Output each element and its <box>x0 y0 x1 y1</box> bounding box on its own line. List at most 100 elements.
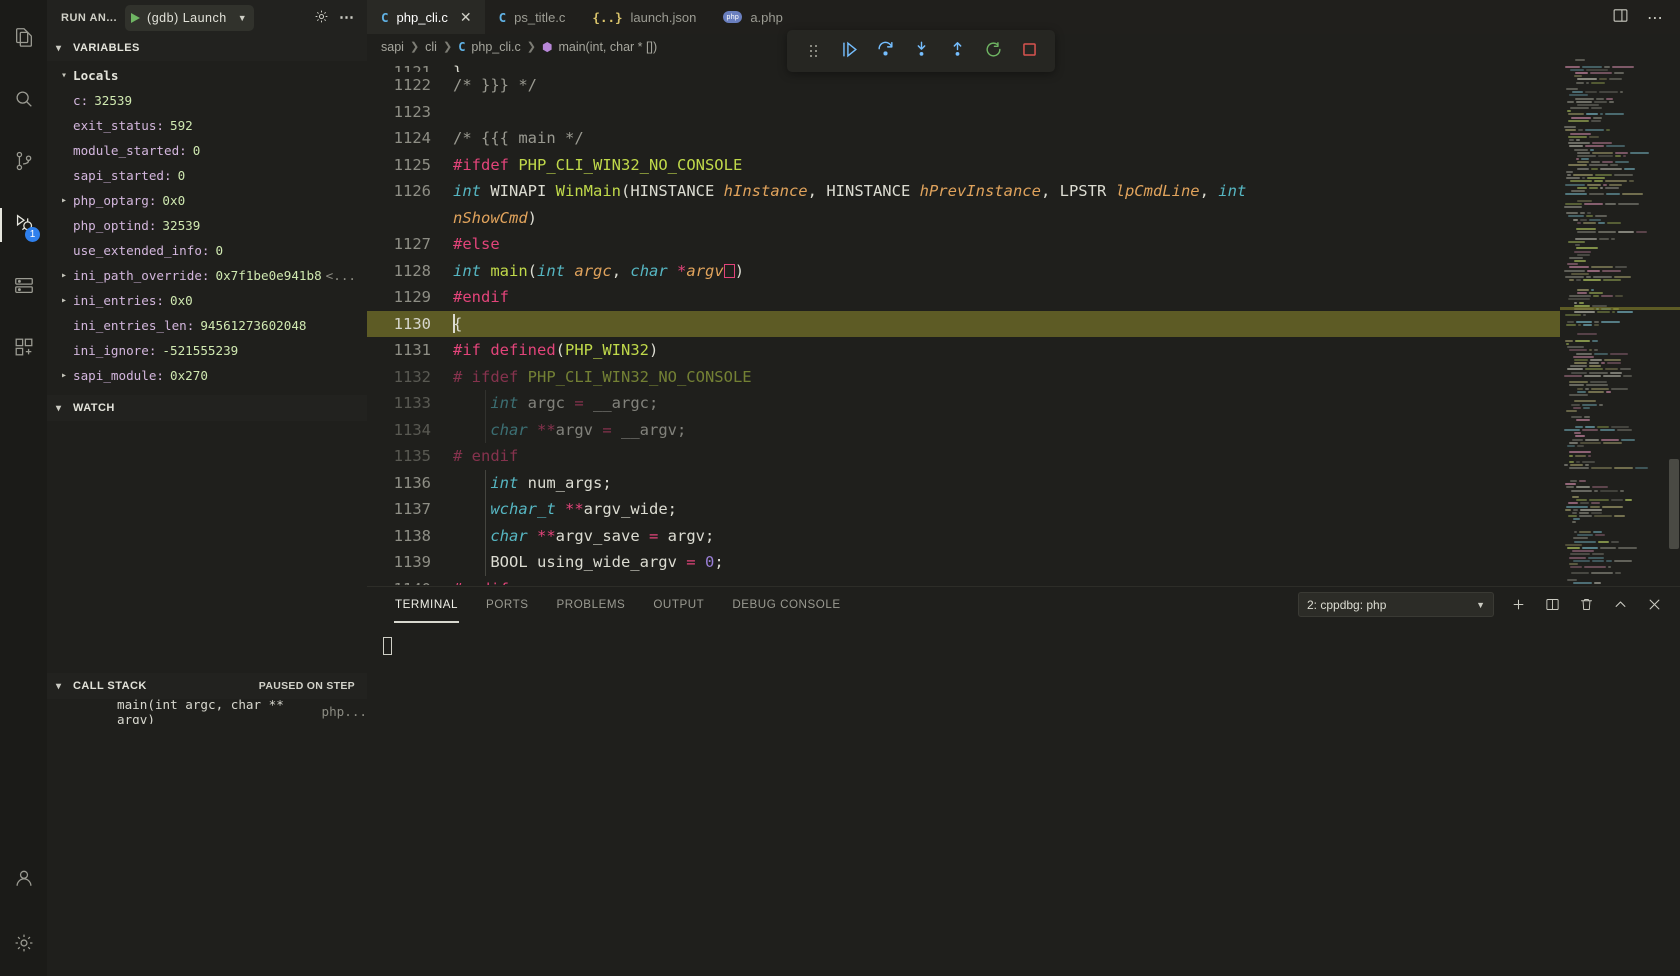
call-stack-section-header[interactable]: ▾ CALL STACK PAUSED ON STEP <box>47 673 367 699</box>
panel-tab-debug-console[interactable]: DEBUG CONSOLE <box>718 587 854 623</box>
breadcrumb-item-symbol[interactable]: main(int, char * []) <box>558 40 657 54</box>
breadcrumb-item-sapi[interactable]: sapi <box>381 40 404 54</box>
step-into-button[interactable] <box>903 33 939 69</box>
code-line[interactable]: 1136 int num_args; <box>367 469 1560 497</box>
debug-toolbar[interactable] <box>787 30 1055 72</box>
code-line[interactable]: 1135 # endif <box>367 443 1560 470</box>
code-editor[interactable]: 1121 } 1122 /* }}} */ 1123 1124 /* {{{ m… <box>367 59 1680 586</box>
variable-row[interactable]: use_extended_info: 0 <box>47 238 367 263</box>
restart-button[interactable] <box>975 33 1011 69</box>
minimap-line <box>1560 333 1680 336</box>
breadcrumb-item-cli[interactable]: cli <box>425 40 437 54</box>
chevron-down-icon: ▼ <box>1476 599 1485 610</box>
variable-row[interactable]: c: 32539 <box>47 88 367 113</box>
terminal-output[interactable] <box>367 623 1680 976</box>
variable-row[interactable]: module_started: 0 <box>47 138 367 163</box>
code-line[interactable]: 1134 char **argv = __argv; <box>367 416 1560 444</box>
stop-button[interactable] <box>1011 33 1047 69</box>
close-icon[interactable] <box>1644 595 1664 615</box>
editor-scrollbar-thumb[interactable] <box>1669 459 1679 550</box>
code-line[interactable]: 1133 int argc = __argc; <box>367 390 1560 417</box>
close-icon[interactable]: ✕ <box>460 10 472 24</box>
variable-row[interactable]: ▸ ini_path_override: 0x7f1be0e941b8 <... <box>47 263 367 288</box>
code-text: char **argv = __argv; <box>445 416 1560 444</box>
editor-scrollbar[interactable] <box>1666 59 1680 586</box>
chevron-right-icon[interactable]: ▸ <box>55 195 73 206</box>
chevron-right-icon[interactable]: ▸ <box>55 370 73 381</box>
code-line[interactable]: 1125 #ifdef PHP_CLI_WIN32_NO_CONSOLE <box>367 152 1560 179</box>
activity-item-source-control[interactable] <box>0 132 47 194</box>
chevron-right-icon[interactable]: ▸ <box>55 270 73 281</box>
editor-tab-launch-json[interactable]: {..} launch.json <box>578 0 710 35</box>
call-stack-list[interactable]: main(int argc, char ** argv) php... <box>47 697 367 727</box>
variables-scope-locals[interactable]: ▾ Locals <box>47 63 367 88</box>
panel-tab-problems[interactable]: PROBLEMS <box>543 587 640 623</box>
ellipsis-icon[interactable]: ⋯ <box>1647 8 1664 27</box>
ellipsis-icon[interactable]: ⋯ <box>339 10 355 25</box>
variable-row[interactable]: ini_entries_len: 94561273602048 <box>47 313 367 338</box>
editor-tab-a-php[interactable]: php a.php <box>709 0 796 35</box>
code-line[interactable]: 1132 # ifdef PHP_CLI_WIN32_NO_CONSOLE <box>367 364 1560 391</box>
code-line[interactable]: 1123 <box>367 99 1560 126</box>
activity-item-remote-explorer[interactable] <box>0 256 47 318</box>
code-line-current-execution[interactable]: 1130 { <box>367 310 1560 338</box>
variable-row[interactable]: php_optind: 32539 <box>47 213 367 238</box>
chevron-right-icon[interactable]: ▸ <box>55 295 73 306</box>
code-line[interactable]: 1137 wchar_t **argv_wide; <box>367 496 1560 523</box>
breadcrumb-item-file[interactable]: php_cli.c <box>471 40 520 54</box>
step-out-button[interactable] <box>939 33 975 69</box>
chevron-up-icon[interactable] <box>1610 595 1630 615</box>
panel-tab-output[interactable]: OUTPUT <box>639 587 718 623</box>
drag-handle[interactable] <box>795 33 831 69</box>
terminal-selector-dropdown[interactable]: 2: cppdbg: php ▼ <box>1298 592 1494 618</box>
split-icon[interactable] <box>1542 595 1562 615</box>
continue-button[interactable] <box>831 33 867 69</box>
variable-row[interactable]: sapi_started: 0 <box>47 163 367 188</box>
code-content[interactable]: 1121 } 1122 /* }}} */ 1123 1124 /* {{{ m… <box>367 59 1560 586</box>
variable-row[interactable]: ▸ sapi_module: 0x270 <box>47 363 367 388</box>
code-line[interactable]: 1129 #endif <box>367 284 1560 311</box>
minimap-line <box>1560 562 1680 565</box>
editor-tab-php_cli-c[interactable]: C php_cli.c ✕ <box>367 0 485 35</box>
launch-configuration-dropdown[interactable]: (gdb) Launch ▼ <box>125 4 255 31</box>
chevron-right-icon: ❯ <box>526 41 536 54</box>
minimap-line <box>1560 425 1680 428</box>
activity-item-manage[interactable] <box>0 914 47 976</box>
code-line[interactable]: 1128 int main(int argc, char *argv) <box>367 258 1560 285</box>
step-over-button[interactable] <box>867 33 903 69</box>
panel-tab-ports[interactable]: PORTS <box>472 587 542 623</box>
variables-tree[interactable]: ▾ Locals c: 32539 exit_status: 592 modul… <box>47 61 367 395</box>
chevron-down-icon: ▼ <box>237 12 248 23</box>
code-line[interactable]: 1138 char **argv_save = argv; <box>367 522 1560 550</box>
activity-item-search[interactable] <box>0 70 47 132</box>
activity-item-run-and-debug[interactable]: 1 <box>0 194 47 256</box>
code-line[interactable]: 1124 /* {{{ main */ <box>367 125 1560 152</box>
minimap-line <box>1560 368 1680 371</box>
editor-tab-ps_title-c[interactable]: C ps_title.c <box>484 0 579 35</box>
variable-row[interactable]: ▸ ini_entries: 0x0 <box>47 288 367 313</box>
call-stack-frame[interactable]: main(int argc, char ** argv) php... <box>47 697 367 727</box>
variables-section-header[interactable]: ▾ VARIABLES <box>47 35 367 61</box>
activity-item-explorer[interactable] <box>0 8 47 70</box>
code-line[interactable]: 1127 #else <box>367 231 1560 258</box>
panel-tab-terminal[interactable]: TERMINAL <box>381 587 472 623</box>
variable-row[interactable]: ini_ignore: -521555239 <box>47 338 367 363</box>
variable-row[interactable]: ▸ php_optarg: 0x0 <box>47 188 367 213</box>
code-line[interactable]: 1131 #if defined(PHP_WIN32) <box>367 337 1560 364</box>
code-line[interactable]: 1140 #endif <box>367 576 1560 585</box>
code-line[interactable]: 1122 /* }}} */ <box>367 72 1560 99</box>
minimap-line <box>1560 228 1680 231</box>
gear-icon[interactable] <box>314 9 329 26</box>
code-line[interactable]: 1139 BOOL using_wide_argv = 0; <box>367 549 1560 576</box>
watch-section-header[interactable]: ▾ WATCH <box>47 395 367 421</box>
variable-row[interactable]: exit_status: 592 <box>47 113 367 138</box>
split-editor-icon[interactable] <box>1612 7 1629 28</box>
minimap[interactable] <box>1560 59 1680 586</box>
activity-item-extensions[interactable] <box>0 318 47 380</box>
minimap-line <box>1560 167 1680 170</box>
watch-list[interactable] <box>47 421 367 673</box>
plus-icon[interactable] <box>1508 595 1528 615</box>
activity-item-accounts[interactable] <box>0 852 47 914</box>
code-line[interactable]: 1126 int WINAPI WinMain(HINSTANCE hInsta… <box>367 178 1560 231</box>
trash-icon[interactable] <box>1576 595 1596 615</box>
